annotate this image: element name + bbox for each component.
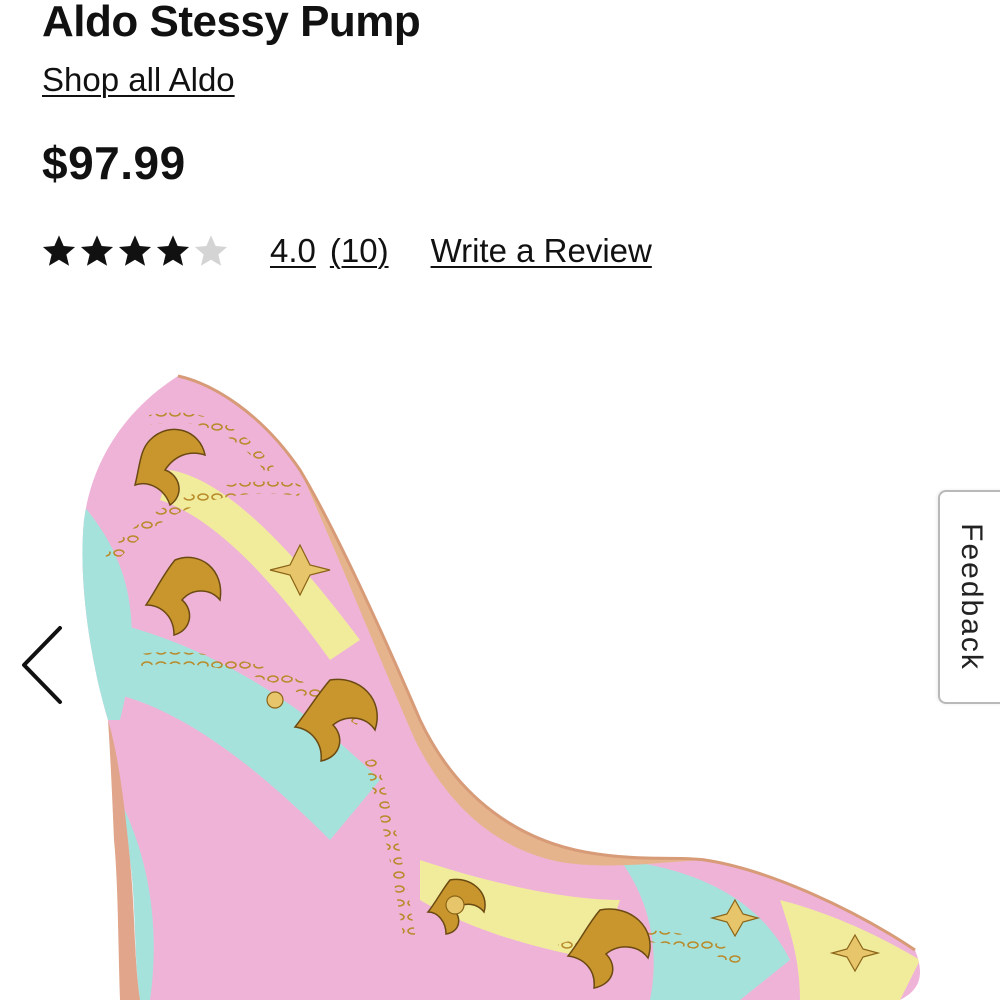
product-image[interactable] bbox=[0, 360, 1000, 1000]
product-title: Aldo Stessy Pump bbox=[42, 0, 421, 46]
star-icon bbox=[80, 235, 114, 266]
shoe-print bbox=[82, 376, 921, 1000]
shop-brand-link[interactable]: Shop all Aldo bbox=[42, 60, 235, 100]
feedback-button[interactable]: Feedback bbox=[938, 490, 1000, 704]
star-rating[interactable] bbox=[40, 233, 230, 269]
star-empty-icon bbox=[194, 235, 228, 266]
feedback-label: Feedback bbox=[955, 523, 988, 671]
star-icon bbox=[118, 235, 152, 266]
review-count-link[interactable]: (10) bbox=[330, 231, 389, 271]
chevron-left-icon[interactable] bbox=[14, 622, 70, 708]
rating-row: 4.0 (10) Write a Review bbox=[40, 226, 652, 276]
star-icon bbox=[156, 235, 190, 266]
write-review-link[interactable]: Write a Review bbox=[431, 231, 652, 271]
rating-value-link[interactable]: 4.0 bbox=[270, 231, 316, 271]
product-price: $97.99 bbox=[42, 137, 186, 189]
star-icon bbox=[42, 235, 76, 266]
